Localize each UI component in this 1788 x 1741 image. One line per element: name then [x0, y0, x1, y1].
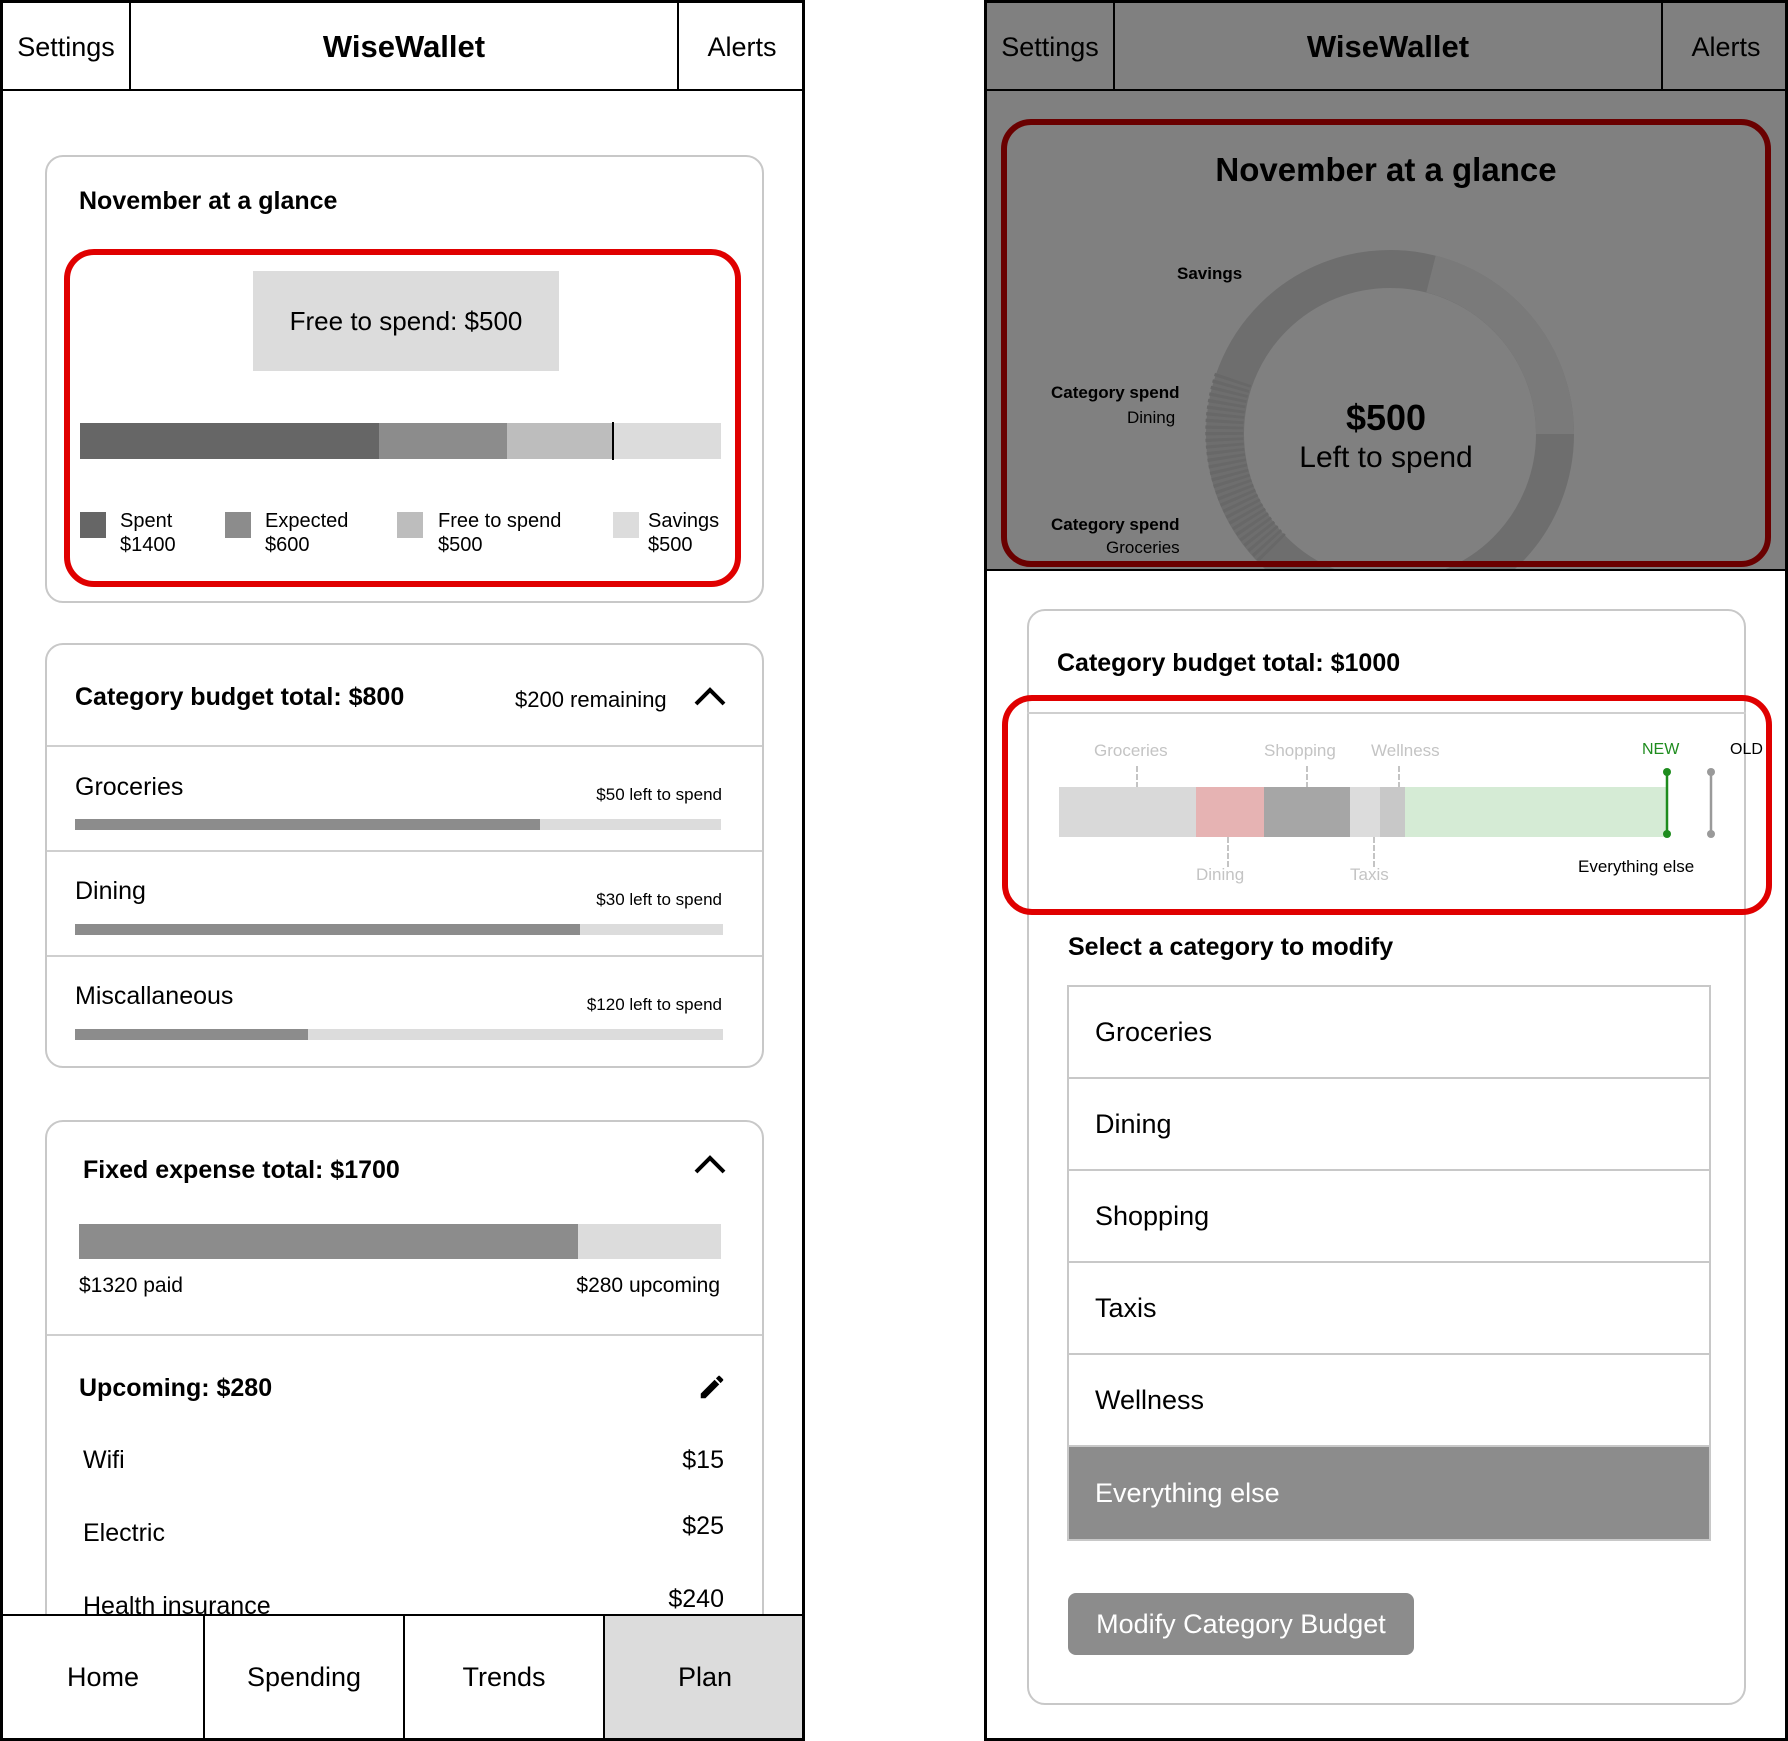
- category-option-groceries[interactable]: Groceries: [1069, 987, 1709, 1079]
- legend-swatch-free: [397, 512, 423, 538]
- category-option-dining[interactable]: Dining: [1069, 1079, 1709, 1171]
- category-budget-title: Category budget total: $800: [75, 683, 405, 711]
- category-option-everything-else[interactable]: Everything else: [1069, 1447, 1709, 1539]
- phone-screen-modify-category: Settings WiseWallet Alerts November at a…: [984, 0, 1788, 1741]
- upcoming-label: $280 upcoming: [576, 1274, 720, 1297]
- category-progress-groceries: [75, 819, 721, 830]
- bar-segment-savings: [614, 423, 721, 459]
- modify-category-budget-button[interactable]: Modify Category Budget: [1068, 1593, 1414, 1655]
- highlight-box: [1002, 695, 1772, 915]
- category-option-taxis[interactable]: Taxis: [1069, 1263, 1709, 1355]
- alerts-button[interactable]: Alerts: [679, 3, 802, 91]
- upcoming-amount-wifi: $15: [682, 1446, 724, 1474]
- legend-swatch-savings: [613, 512, 639, 538]
- fixed-paid-fill: [79, 1224, 578, 1259]
- alerts-button[interactable]: Alerts: [1663, 3, 1785, 91]
- upcoming-amount-health-insurance: $240: [668, 1585, 724, 1613]
- category-name-dining[interactable]: Dining: [75, 877, 146, 906]
- category-progress-misc: [75, 1029, 723, 1040]
- bar-segment-expected: [379, 423, 508, 459]
- fixed-expense-bar: [79, 1224, 721, 1259]
- modify-category-sheet: Category budget total: $1000 Groceries S…: [987, 569, 1785, 1738]
- settings-button[interactable]: Settings: [987, 3, 1113, 91]
- app-title: WiseWallet: [322, 29, 486, 64]
- bar-segment-free-to-spend: [507, 423, 615, 459]
- legend-savings: Savings $500: [648, 510, 720, 556]
- bar-segment-spent: [80, 423, 380, 459]
- settings-button[interactable]: Settings: [3, 3, 129, 91]
- free-to-spend-banner: Free to spend: $500: [253, 271, 559, 371]
- chevron-up-icon[interactable]: [693, 685, 727, 707]
- category-name-misc[interactable]: Miscallaneous: [75, 982, 233, 1011]
- legend-swatch-spent: [80, 512, 106, 538]
- category-budget-card: Category budget total: $800 $200 remaini…: [45, 643, 764, 1068]
- upcoming-item-wifi: Wifi: [83, 1446, 125, 1474]
- category-remaining: $200 remaining: [515, 687, 667, 712]
- nav-trends[interactable]: Trends: [405, 1616, 603, 1738]
- category-option-shopping[interactable]: Shopping: [1069, 1171, 1709, 1263]
- category-progress-dining: [75, 924, 723, 935]
- nav-plan[interactable]: Plan: [605, 1616, 802, 1738]
- category-name-groceries[interactable]: Groceries: [75, 773, 183, 802]
- nav-home[interactable]: Home: [3, 1616, 203, 1738]
- app-title: WiseWallet: [1306, 29, 1470, 64]
- category-left-dining: $30 left to spend: [596, 890, 722, 909]
- paid-label: $1320 paid: [79, 1274, 183, 1297]
- legend-swatch-expected: [225, 512, 251, 538]
- category-select-list: Groceries Dining Shopping Taxis Wellness…: [1067, 985, 1711, 1541]
- legend-free-to-spend: Free to spend $500: [438, 510, 562, 556]
- budget-stacked-bar: [80, 423, 721, 459]
- fixed-expense-card: Fixed expense total: $1700 $1320 paid $2…: [45, 1120, 764, 1680]
- upcoming-amount-electric: $25: [682, 1512, 724, 1540]
- legend-spent: Spent $1400: [120, 510, 176, 556]
- upcoming-title: Upcoming: $280: [79, 1374, 273, 1402]
- glance-title: November at a glance: [79, 187, 338, 215]
- select-category-title: Select a category to modify: [1068, 933, 1394, 961]
- nav-spending[interactable]: Spending: [205, 1616, 403, 1738]
- phone-screen-plan: Settings WiseWallet Alerts November at a…: [0, 0, 805, 1741]
- category-budget-title: Category budget total: $1000: [1057, 649, 1401, 677]
- upcoming-item-electric: Electric: [83, 1519, 165, 1547]
- category-option-wellness[interactable]: Wellness: [1069, 1355, 1709, 1447]
- category-left-groceries: $50 left to spend: [596, 785, 722, 804]
- top-bar: Settings WiseWallet Alerts: [3, 3, 802, 91]
- highlight-box-dimmed: [1001, 119, 1771, 567]
- category-left-misc: $120 left to spend: [586, 995, 722, 1014]
- top-bar-dimmed: Settings WiseWallet Alerts: [987, 3, 1785, 91]
- fixed-expense-title: Fixed expense total: $1700: [83, 1156, 400, 1184]
- legend-expected: Expected $600: [265, 510, 349, 556]
- edit-pencil-icon[interactable]: [697, 1372, 727, 1402]
- bar-marker: [612, 422, 614, 460]
- chevron-up-icon[interactable]: [693, 1153, 727, 1175]
- bottom-nav: Home Spending Trends Plan: [3, 1614, 802, 1738]
